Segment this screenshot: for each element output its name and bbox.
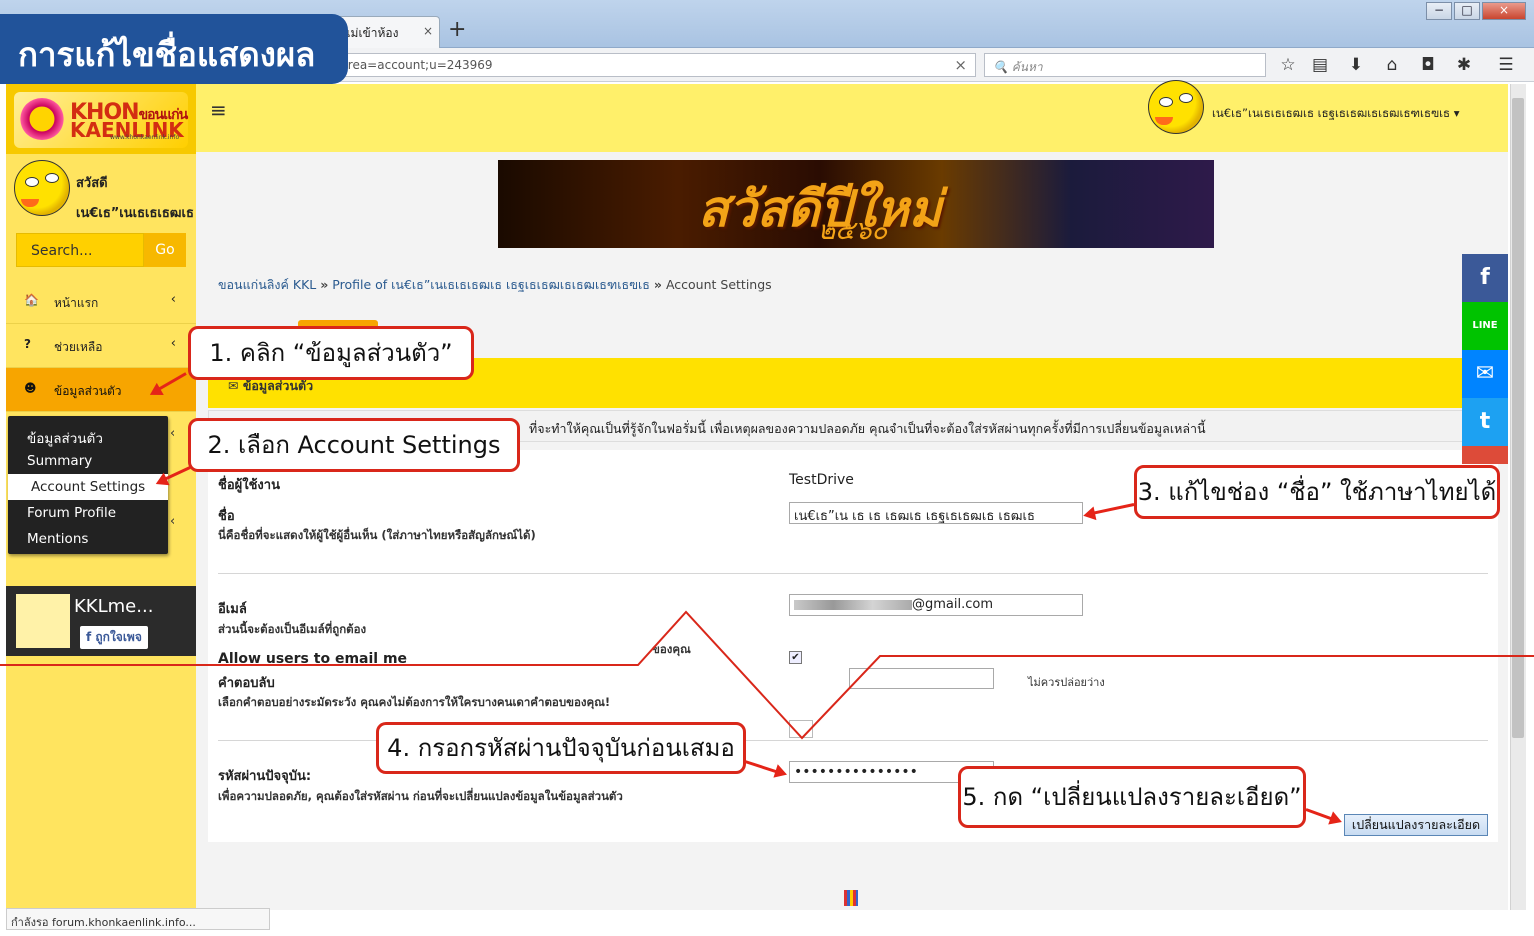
callout-step-4: 4. กรอกรหัสผ่านปัจจุบันก่อนเสมอ	[376, 722, 746, 774]
callout-step-1: 1. คลิก “ข้อมูลส่วนตัว”	[188, 326, 474, 380]
callout-step-5: 5. กด “เปลี่ยนแปลงรายละเอียด”	[958, 766, 1306, 828]
callout-step-3: 3. แก้ไขช่อง “ชื่อ” ใช้ภาษาไทยได้	[1134, 465, 1500, 519]
callout-step-2: 2. เลือก Account Settings	[188, 418, 520, 472]
tutorial-title: การแก้ไขชื่อแสดงผล	[0, 14, 348, 84]
